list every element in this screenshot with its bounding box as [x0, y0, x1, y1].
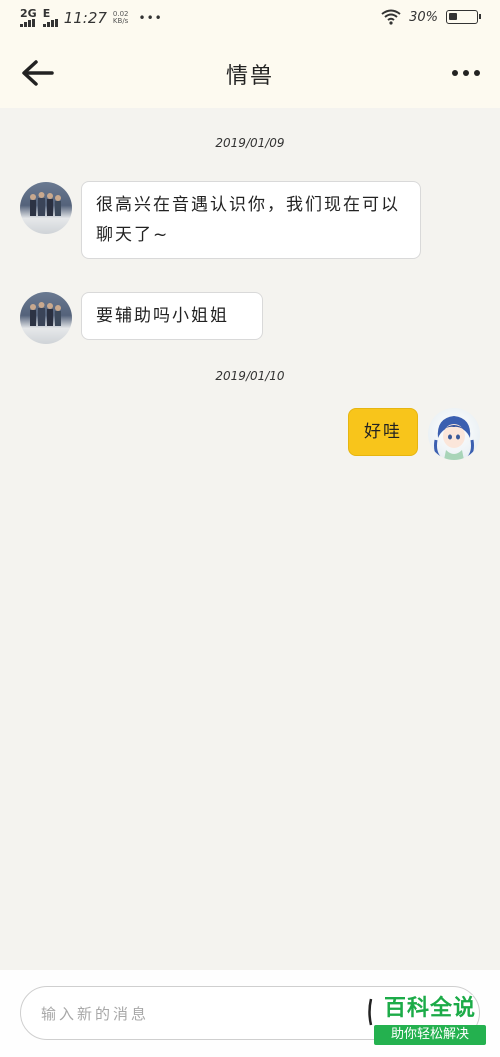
network-type-label: 2G [20, 7, 37, 20]
message-bubble-received[interactable]: 要辅助吗小姐姐 [81, 292, 263, 340]
network-type-label-2: E [42, 7, 51, 20]
message-text: 很高兴在音遇认识你，我们现在可以聊天了~ [96, 195, 400, 245]
watermark-title: 百科全说 [383, 996, 476, 1021]
net-speed-unit: KB/s [112, 17, 129, 25]
clock: 11:27 [63, 9, 107, 27]
my-avatar[interactable] [428, 408, 480, 460]
signal-icon-2 [42, 19, 58, 27]
chat-header: 情兽 [0, 38, 500, 108]
message-input[interactable] [41, 999, 361, 1029]
date-separator: 2019/01/09 [215, 136, 285, 150]
message-text: 要辅助吗小姐姐 [96, 306, 229, 326]
contact-avatar[interactable] [20, 182, 72, 234]
watermark-logo: 百科全说 助你轻松解决 [374, 995, 486, 1045]
message-bubble-received[interactable]: 很高兴在音遇认识你，我们现在可以聊天了~ [81, 181, 421, 259]
more-notifications-icon: ••• [138, 11, 163, 25]
status-bar: 2G E 11:27 0.02 KB/s ••• 30% [0, 0, 500, 38]
signal-icon [20, 19, 35, 27]
message-text: 好哇 [364, 422, 402, 442]
chat-title: 情兽 [225, 64, 274, 89]
more-options-icon[interactable] [448, 62, 484, 84]
contact-avatar[interactable] [20, 292, 72, 344]
date-separator: 2019/01/10 [215, 369, 285, 383]
battery-icon [446, 10, 481, 24]
watermark-subtitle: 助你轻松解决 [374, 1025, 486, 1045]
battery-percent: 30% [409, 9, 438, 25]
message-bubble-sent[interactable]: 好哇 [348, 408, 418, 456]
wifi-icon [381, 9, 401, 25]
